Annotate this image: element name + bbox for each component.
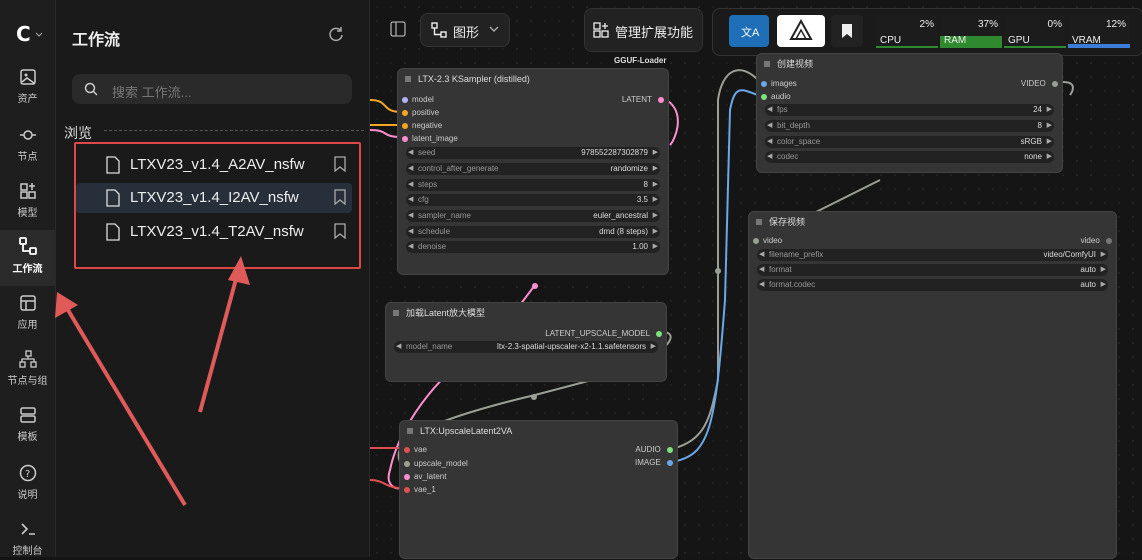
- annotation-arrows: [55, 256, 250, 507]
